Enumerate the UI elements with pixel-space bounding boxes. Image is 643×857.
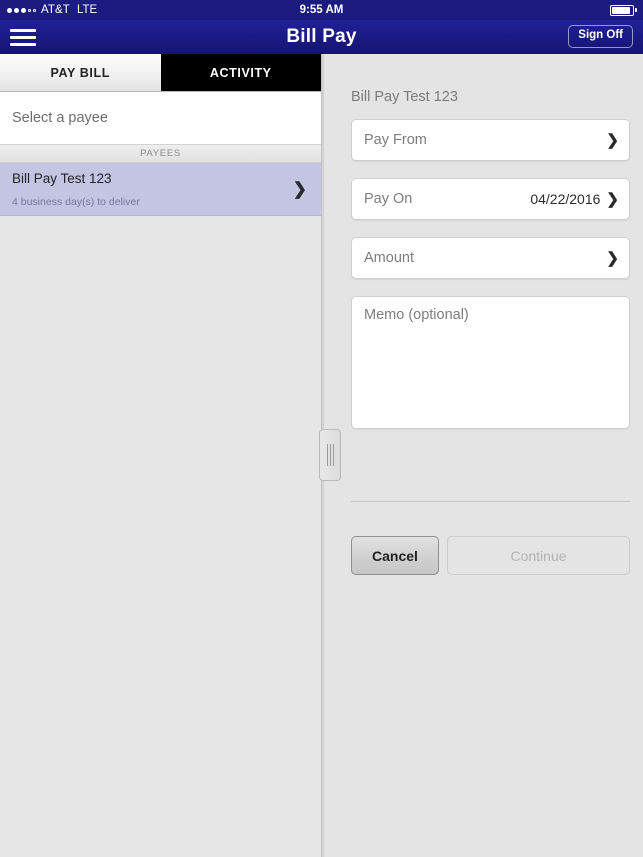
- chevron-right-icon: ❯: [292, 179, 307, 199]
- app-root: AT&T LTE 9:55 AM Bill Pay Sign Off PAY B…: [0, 0, 643, 857]
- continue-button[interactable]: Continue: [447, 536, 630, 575]
- tab-bar: PAY BILL ACTIVITY: [0, 54, 321, 92]
- pay-on-value: 04/22/2016: [530, 191, 601, 207]
- payee-list-panel: PAY BILL ACTIVITY Select a payee PAYEES …: [0, 54, 321, 857]
- cancel-button[interactable]: Cancel: [351, 536, 439, 575]
- amount-label: Amount: [364, 250, 414, 266]
- status-bar: AT&T LTE 9:55 AM: [0, 0, 643, 20]
- amount-field[interactable]: Amount ❯: [351, 237, 630, 279]
- pay-on-field[interactable]: Pay On 04/22/2016 ❯: [351, 178, 630, 220]
- tab-pay-bill[interactable]: PAY BILL: [0, 54, 161, 91]
- form-divider: [351, 501, 630, 502]
- chevron-right-icon: ❯: [606, 190, 619, 208]
- battery-icon: [610, 4, 637, 16]
- select-payee-label: Select a payee: [0, 92, 321, 145]
- payees-section-header: PAYEES: [0, 145, 321, 163]
- tab-activity[interactable]: ACTIVITY: [160, 54, 321, 91]
- payee-name: Bill Pay Test 123: [12, 171, 112, 186]
- sign-off-button[interactable]: Sign Off: [568, 25, 633, 48]
- list-item[interactable]: Bill Pay Test 123 4 business day(s) to d…: [0, 163, 321, 216]
- form-payee-title: Bill Pay Test 123: [351, 89, 458, 105]
- pay-on-label: Pay On: [364, 191, 413, 207]
- chevron-right-icon: ❯: [606, 131, 619, 149]
- pay-from-field[interactable]: Pay From ❯: [351, 119, 630, 161]
- clock-label: 9:55 AM: [299, 4, 344, 16]
- pay-from-label: Pay From: [364, 132, 427, 148]
- memo-input[interactable]: [351, 296, 630, 429]
- chevron-right-icon: ❯: [606, 249, 619, 267]
- page-title: Bill Pay: [286, 26, 357, 47]
- payee-delivery-detail: 4 business day(s) to deliver: [12, 196, 140, 208]
- navigation-bar: Bill Pay Sign Off: [0, 20, 643, 54]
- drag-handle-icon[interactable]: [319, 429, 341, 481]
- bill-pay-form-panel: Bill Pay Test 123 Pay From ❯ Pay On 04/2…: [324, 54, 643, 857]
